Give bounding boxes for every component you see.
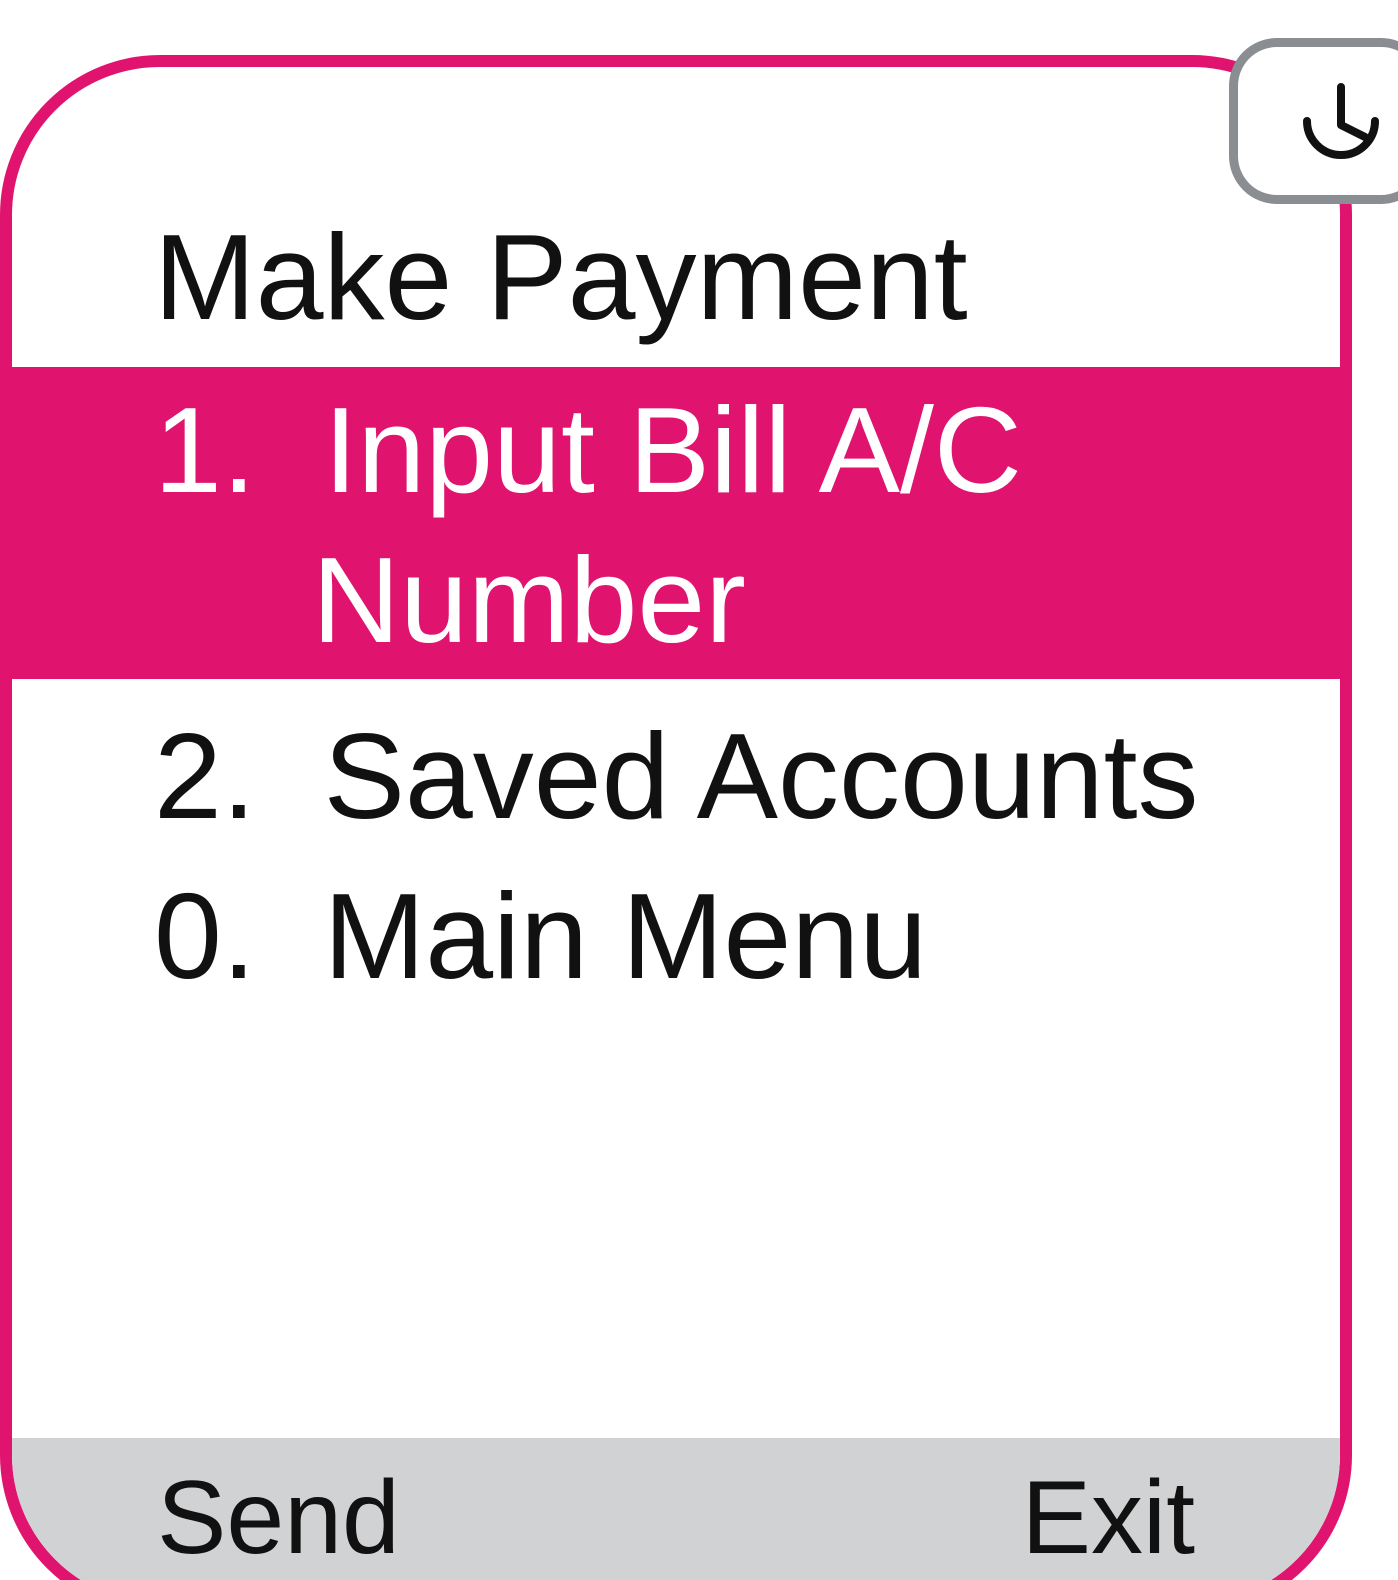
menu-item-main-menu[interactable]: 0. Main Menu xyxy=(12,861,1340,1011)
softkey-bar: Send Exit xyxy=(12,1438,1340,1580)
ussd-screen: Make Payment 1. Input Bill A/C Number 2.… xyxy=(0,0,1398,1580)
phone-screen-frame: Make Payment 1. Input Bill A/C Number 2.… xyxy=(0,55,1352,1580)
history-icon xyxy=(1303,83,1379,159)
menu-item-number: 1. xyxy=(154,382,290,518)
menu-item-label: Main Menu xyxy=(323,868,928,1004)
page-title: Make Payment xyxy=(154,209,968,345)
exit-button[interactable]: Exit xyxy=(1022,1458,1195,1578)
menu-item-number: 0. xyxy=(154,868,290,1004)
menu-item-label-continued: Number xyxy=(312,532,746,668)
history-button[interactable] xyxy=(1229,38,1398,204)
menu-item-input-bill-account[interactable]: 1. Input Bill A/C Number xyxy=(12,367,1340,679)
menu-item-label: Input Bill A/C xyxy=(323,382,1023,518)
send-button[interactable]: Send xyxy=(157,1458,400,1578)
menu-item-label: Saved Accounts xyxy=(323,708,1199,844)
menu-item-number: 2. xyxy=(154,708,290,844)
menu-item-saved-accounts[interactable]: 2. Saved Accounts xyxy=(12,701,1340,851)
